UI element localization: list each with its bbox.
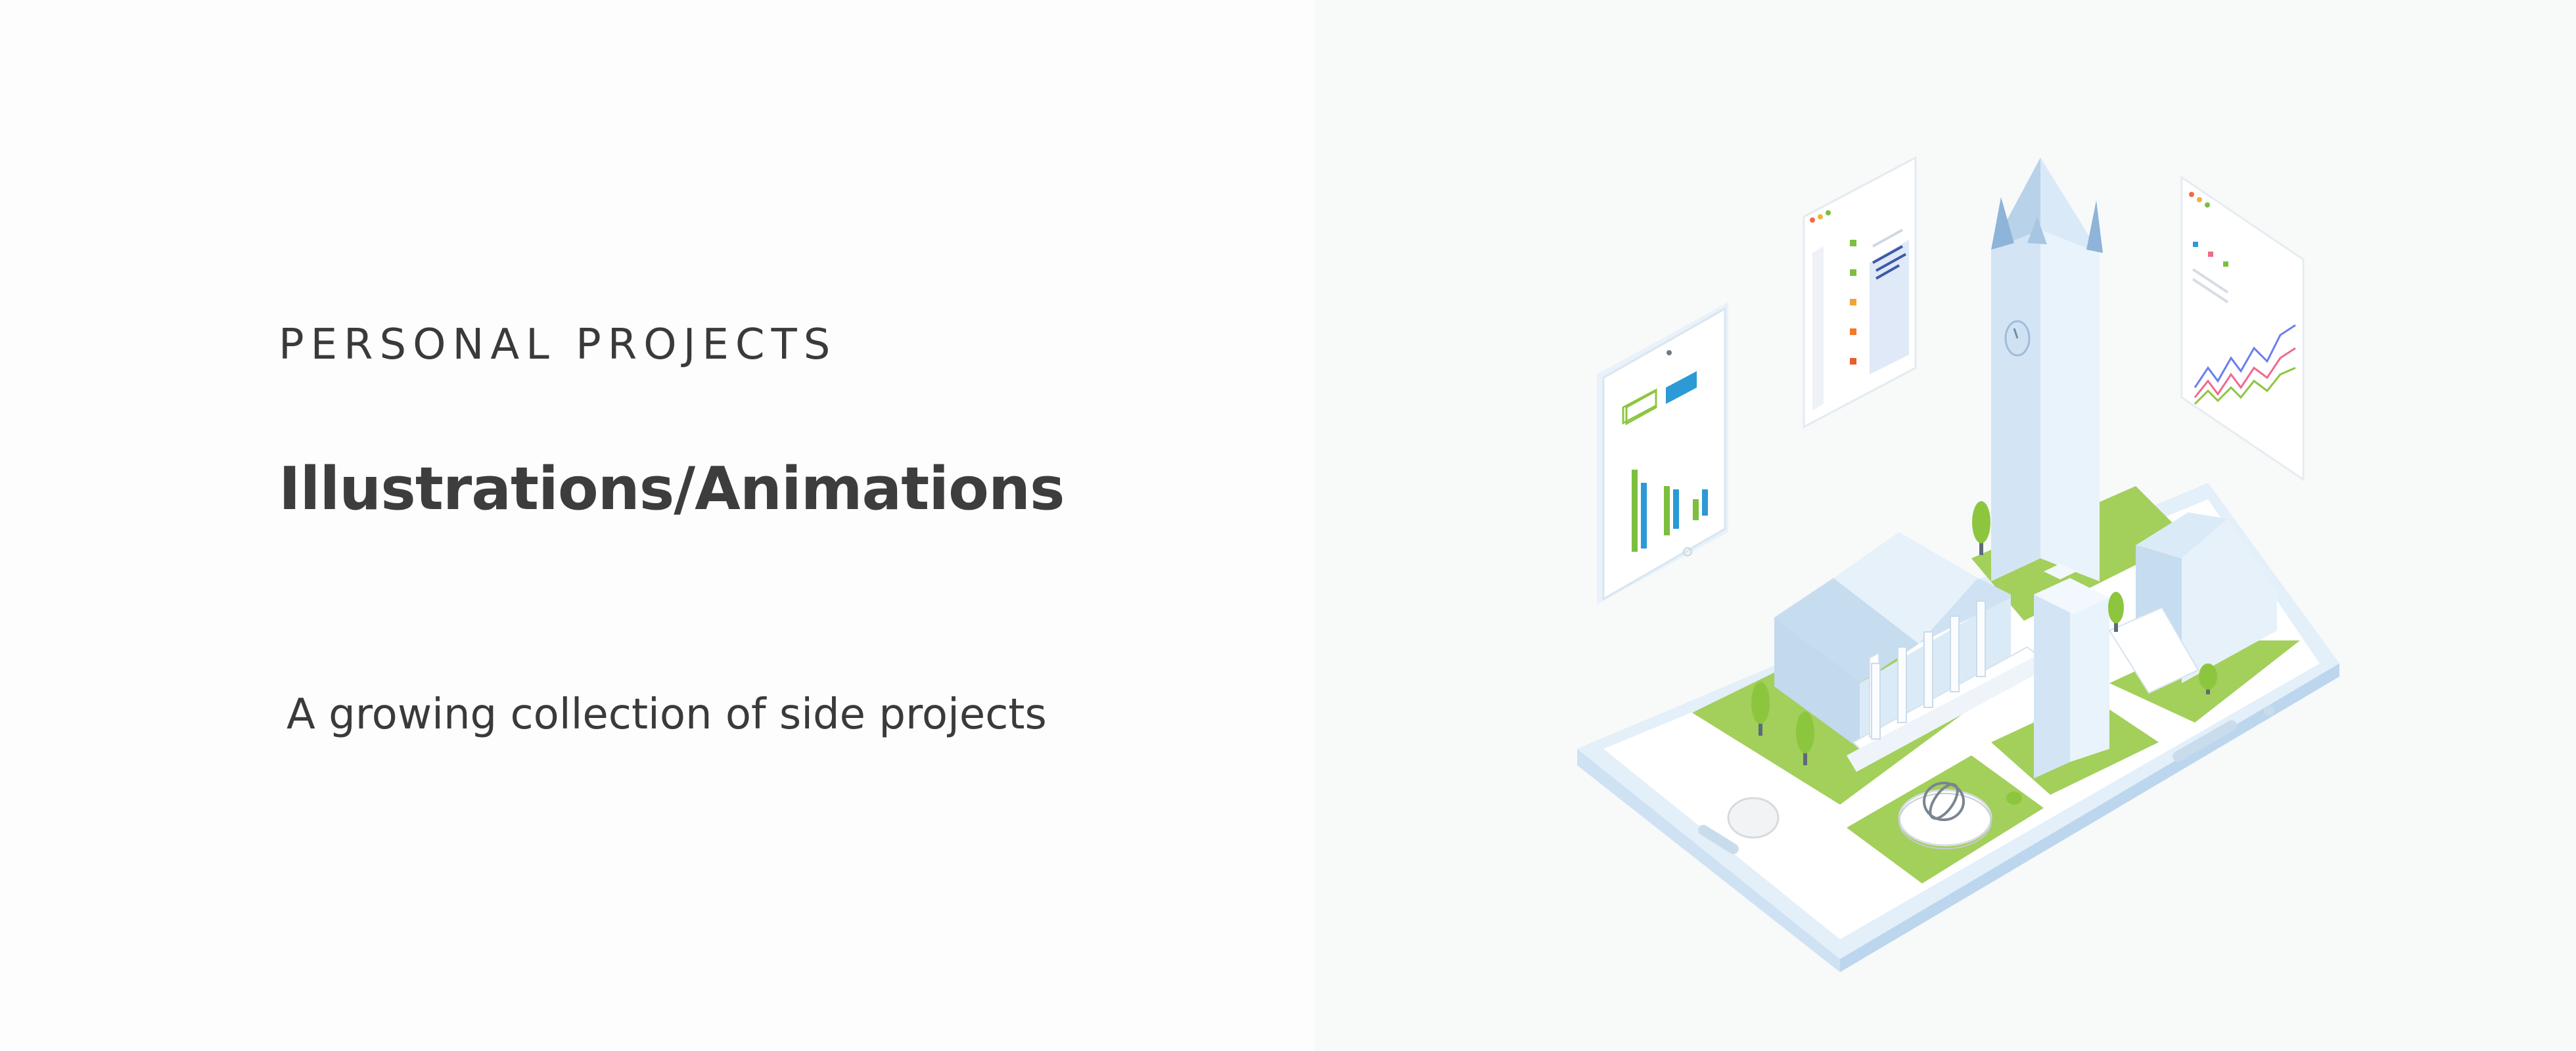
floating-tablet-chart: [1597, 302, 1728, 604]
floating-line-chart-window: [2180, 175, 2305, 481]
text-panel: PERSONAL PROJECTS Illustrations/Animatio…: [0, 0, 1314, 1051]
page-subtitle: A growing collection of side projects: [287, 690, 1047, 739]
section-eyebrow: PERSONAL PROJECTS: [279, 321, 837, 369]
floating-list-window: [1803, 156, 1917, 429]
page-title: Illustrations/Animations: [279, 455, 1065, 524]
campus-illustration: [1577, 156, 2339, 972]
